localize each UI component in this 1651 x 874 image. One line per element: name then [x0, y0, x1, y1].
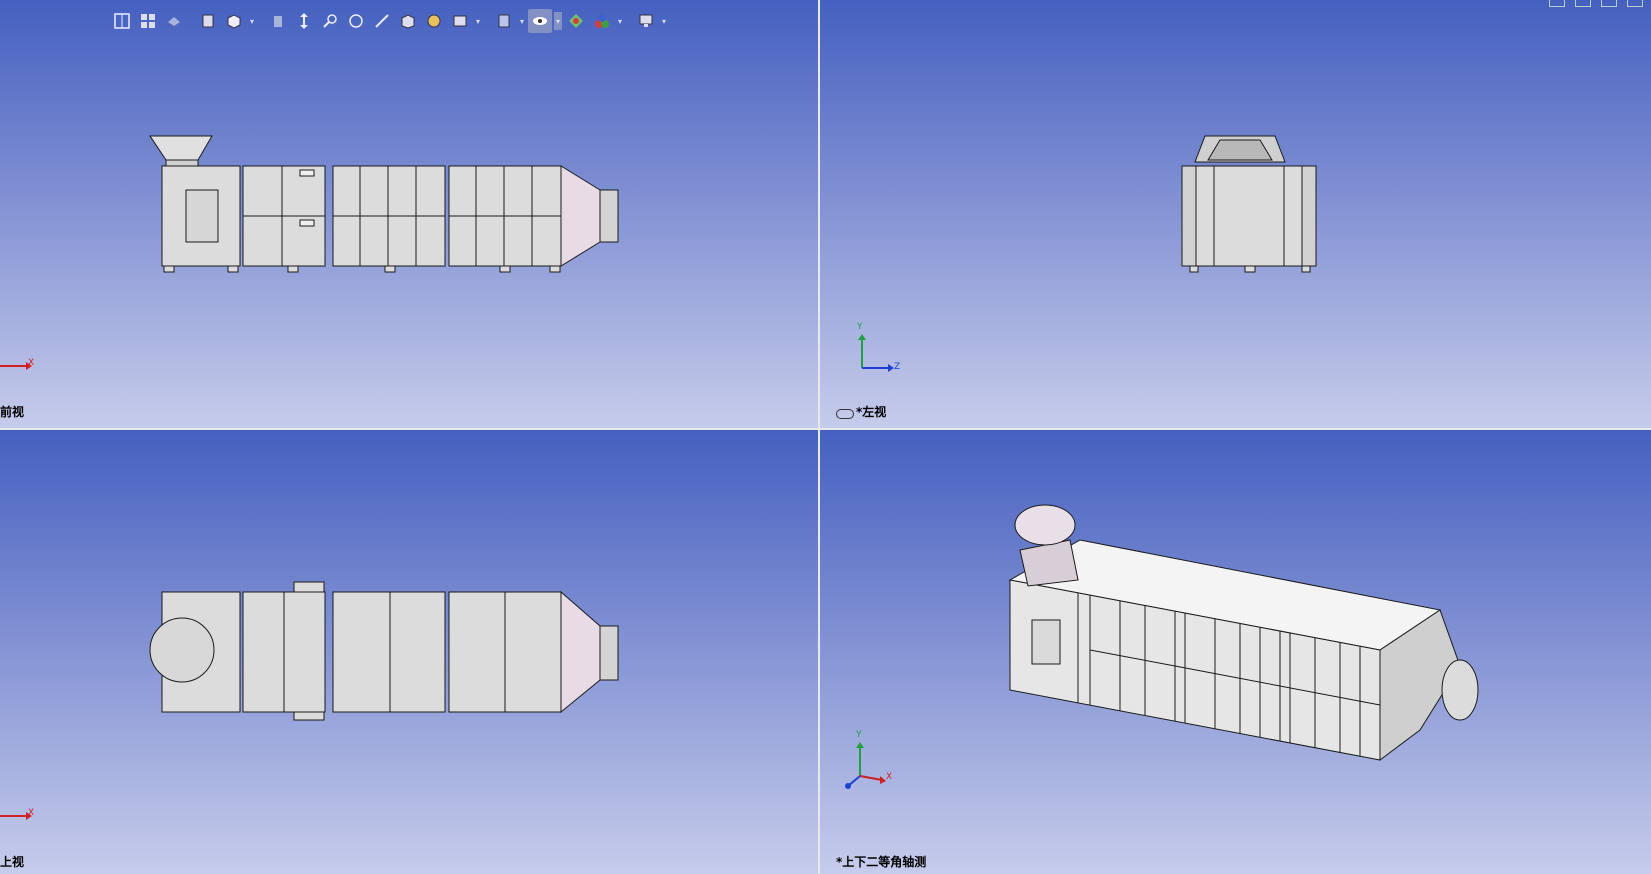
heads-up-view-toolbar: ▾ ▾ ▾ ▾ ▾ ▾	[110, 8, 668, 34]
model-left-view	[1181, 135, 1317, 273]
model-top-view	[149, 581, 619, 721]
pan-icon[interactable]	[370, 9, 394, 33]
previous-view-icon[interactable]	[162, 9, 186, 33]
viewport-front[interactable]: X 前视	[0, 0, 818, 428]
view-orientation-icon[interactable]	[222, 9, 246, 33]
axis-x-label: X	[886, 772, 893, 782]
axis-triad-left: Y Z	[857, 322, 901, 376]
viewport-left[interactable]: Y Z *左视	[820, 0, 1651, 428]
chevron-down-icon[interactable]: ▾	[248, 12, 256, 30]
viewport-isometric[interactable]: Y X *上下二等角轴测	[820, 430, 1651, 874]
axis-triad-iso: Y X	[840, 730, 893, 794]
apply-scene-icon[interactable]	[492, 9, 516, 33]
view-label-top: 上视	[0, 855, 25, 869]
zoom-area-icon[interactable]	[136, 9, 160, 33]
link-views-icon[interactable]	[836, 409, 854, 419]
model-isometric-view	[1008, 504, 1479, 761]
axis-x-label: X	[28, 358, 35, 368]
model-front-view	[149, 135, 619, 273]
outlet-flange-iso	[1441, 659, 1479, 721]
axis-triad-top: X	[0, 808, 40, 828]
minimize-icon[interactable]	[1601, 0, 1617, 7]
fan-inlet-circle	[149, 617, 215, 683]
restore-icon[interactable]	[1549, 0, 1565, 7]
view-label-front: 前视	[0, 405, 25, 419]
eye-icon[interactable]	[528, 9, 552, 33]
zoom-to-fit-icon[interactable]	[110, 9, 134, 33]
realview-icon[interactable]	[564, 9, 588, 33]
inlet-fan-iso	[1019, 539, 1079, 587]
chevron-down-icon[interactable]: ▾	[474, 12, 482, 30]
axis-y-label: Y	[857, 322, 863, 332]
display-style-icon[interactable]	[396, 9, 420, 33]
viewport-window-controls[interactable]	[1549, 0, 1643, 7]
unit-body-side	[1195, 165, 1303, 267]
hide-show-items-icon[interactable]	[448, 9, 472, 33]
scene-lights-icon[interactable]	[590, 9, 614, 33]
magnifier-icon[interactable]	[318, 9, 342, 33]
axis-y-label: Y	[856, 730, 862, 740]
tile-icon[interactable]	[1575, 0, 1591, 7]
view-label-iso: *上下二等角轴测	[836, 855, 927, 869]
viewport-divider-horizontal[interactable]	[0, 428, 1651, 430]
axis-triad-front: X	[0, 358, 40, 378]
rotate-icon[interactable]	[292, 9, 316, 33]
outlet-flange	[599, 189, 619, 243]
section-view-icon[interactable]	[196, 9, 220, 33]
inlet-hood	[149, 135, 213, 161]
chevron-down-icon[interactable]: ▾	[616, 12, 624, 30]
axis-x-label: X	[28, 808, 35, 818]
viewport-top[interactable]: X 上视	[0, 430, 818, 874]
dynamic-annotation-icon[interactable]	[266, 9, 290, 33]
chevron-down-icon[interactable]: ▾	[554, 12, 562, 30]
maximize-icon[interactable]	[1627, 0, 1643, 7]
view-settings-icon[interactable]	[634, 9, 658, 33]
outlet-taper-top	[560, 590, 601, 714]
view-label-left: *左视	[856, 405, 887, 419]
viewport-divider-vertical[interactable]	[818, 0, 820, 874]
zoom-icon[interactable]	[344, 9, 368, 33]
outlet-taper	[560, 165, 601, 267]
filter-section-2-top	[332, 591, 446, 713]
chevron-down-icon[interactable]: ▾	[518, 12, 526, 30]
axis-z-label: Z	[894, 362, 901, 372]
edit-appearance-icon[interactable]	[422, 9, 446, 33]
chevron-down-icon[interactable]: ▾	[660, 12, 668, 30]
